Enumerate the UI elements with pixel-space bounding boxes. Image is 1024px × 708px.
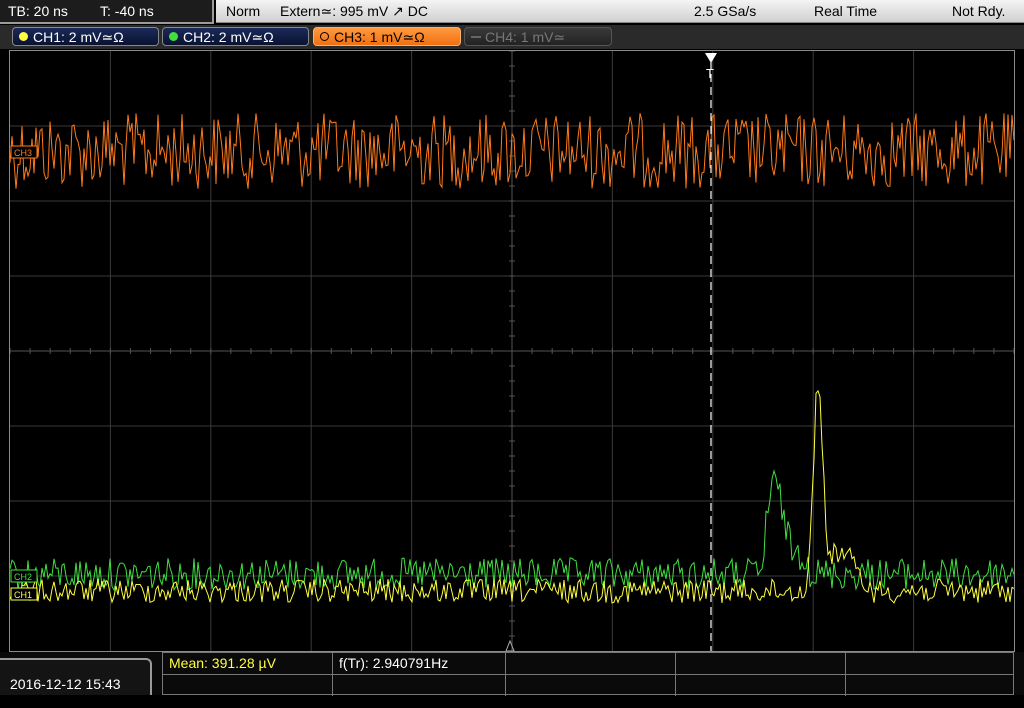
measurement-slot-4[interactable]	[676, 653, 846, 674]
ch1-indicator-icon	[19, 32, 28, 41]
status-label: Not Rdy.	[952, 3, 1006, 19]
center-marker-icon	[505, 639, 515, 651]
measurement-slot-3[interactable]	[506, 653, 676, 674]
channel-tab-ch3[interactable]: CH3: 1 mV≃Ω	[313, 27, 461, 46]
ch2-label: CH2: 2 mV≃Ω	[183, 29, 274, 45]
graticule: T CH3 CH2 CH1	[10, 51, 1014, 651]
datetime-box: 2016-12-12 15:43	[0, 658, 152, 695]
channel-tab-ch4[interactable]: CH4: 1 mV≃	[464, 27, 612, 46]
channel-tab-ch2[interactable]: CH2: 2 mV≃Ω	[162, 27, 309, 46]
ch1-offset-marker[interactable]: CH1	[10, 587, 38, 601]
ch3-marker-label: CH3	[14, 148, 32, 158]
measurement-slot-5[interactable]	[846, 653, 1013, 674]
waveform-display[interactable]: T CH3 CH2 CH1	[9, 50, 1015, 652]
measurement-row: Mean: 391.28 µV f(Tr): 2.940791Hz	[163, 653, 1013, 674]
datetime-label: 2016-12-12 15:43	[10, 676, 121, 692]
trigger-marker-label: T	[706, 66, 714, 81]
ch3-label: CH3: 1 mV≃Ω	[334, 29, 425, 45]
ch3-indicator-icon	[320, 32, 329, 41]
measurement-slot-8[interactable]	[506, 675, 676, 696]
top-status-bar: TB: 20 ns T: -40 ns Norm Extern≃: 995 mV…	[0, 0, 1024, 24]
ch2-indicator-icon	[169, 32, 178, 41]
bottom-bar: 2016-12-12 15:43 Mean: 391.28 µV f(Tr): …	[0, 652, 1024, 696]
measurement-slot-10[interactable]	[846, 675, 1013, 696]
trigger-time-label: T: -40 ns	[100, 3, 154, 19]
measurement-mean[interactable]: Mean: 391.28 µV	[163, 653, 333, 674]
ch2-marker-label: CH2	[14, 572, 32, 582]
ch3-offset-marker[interactable]: CH3	[10, 145, 38, 159]
measurement-slot-9[interactable]	[676, 675, 846, 696]
measurement-frequency[interactable]: f(Tr): 2.940791Hz	[333, 653, 506, 674]
trigger-arrow-icon[interactable]	[705, 53, 717, 63]
trigger-source-label: Extern≃: 995 mV ↗ DC	[280, 3, 428, 19]
timebase-label: TB: 20 ns	[8, 3, 68, 19]
measurement-row	[163, 674, 1013, 696]
ch1-label: CH1: 2 mV≃Ω	[33, 29, 124, 45]
channel-bar: CH1: 2 mV≃Ω CH2: 2 mV≃Ω CH3: 1 mV≃Ω CH4:…	[0, 25, 1024, 49]
ch4-label: CH4: 1 mV≃	[485, 29, 566, 45]
trigger-panel[interactable]: Norm Extern≃: 995 mV ↗ DC 2.5 GSa/s Real…	[216, 0, 1024, 23]
sample-rate-label: 2.5 GSa/s	[694, 3, 757, 19]
measurement-table[interactable]: Mean: 391.28 µV f(Tr): 2.940791Hz	[162, 652, 1014, 696]
ch1-marker-label: CH1	[14, 590, 32, 600]
acquisition-mode-label: Real Time	[814, 3, 878, 19]
trigger-mode-label: Norm	[226, 3, 261, 19]
ch4-indicator-icon	[471, 36, 481, 38]
measurement-slot-7[interactable]	[333, 675, 506, 696]
channel-tab-ch1[interactable]: CH1: 2 mV≃Ω	[12, 27, 159, 46]
measurement-slot-6[interactable]	[163, 675, 333, 696]
timebase-panel[interactable]: TB: 20 ns T: -40 ns	[0, 0, 214, 24]
ch2-offset-marker[interactable]: CH2	[10, 569, 38, 583]
